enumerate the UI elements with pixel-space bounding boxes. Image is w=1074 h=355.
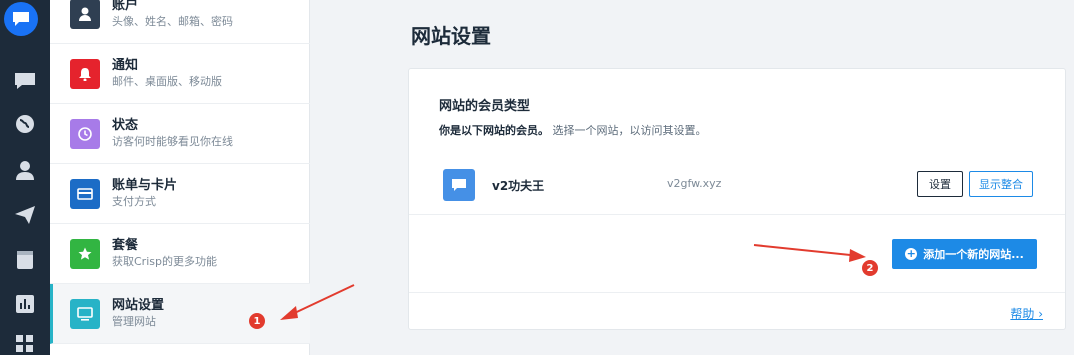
section-description: 你是以下网站的会员。 选择一个网站，以访问其设置。 bbox=[439, 122, 707, 138]
menu-item-title: 状态 bbox=[112, 117, 139, 133]
monitor-icon bbox=[70, 298, 100, 329]
menu-item-notifications[interactable]: 通知 邮件、桌面版、移动版 bbox=[50, 44, 310, 104]
menu-item-billing[interactable]: 账单与卡片 支付方式 bbox=[50, 164, 310, 224]
card-icon bbox=[70, 178, 100, 209]
menu-item-status[interactable]: 状态 访客何时能够看见你在线 bbox=[50, 104, 310, 164]
website-name: v2功夫王 bbox=[492, 179, 545, 193]
crisp-logo-icon[interactable] bbox=[4, 2, 38, 36]
add-website-row: + 添加一个新的网站... bbox=[409, 215, 1065, 293]
clock-icon bbox=[70, 118, 100, 149]
website-settings-button[interactable]: 设置 bbox=[917, 171, 963, 197]
star-icon bbox=[70, 238, 100, 269]
add-website-label: 添加一个新的网站... bbox=[923, 248, 1024, 261]
menu-item-title: 网站设置 bbox=[112, 297, 165, 313]
menu-item-subtitle: 邮件、桌面版、移动版 bbox=[112, 74, 222, 88]
helpdesk-book-icon[interactable] bbox=[0, 247, 50, 273]
plugins-grid-icon[interactable] bbox=[0, 333, 50, 355]
contacts-icon[interactable] bbox=[0, 157, 50, 183]
website-row: v2功夫王 v2gfw.xyz 设置 显示整合 bbox=[409, 157, 1065, 215]
section-description-rest: 选择一个网站，以访问其设置。 bbox=[549, 124, 707, 137]
show-integration-button[interactable]: 显示整合 bbox=[969, 171, 1033, 197]
annotation-badge-1: 1 bbox=[249, 313, 265, 329]
websites-card: 网站的会员类型 你是以下网站的会员。 选择一个网站，以访问其设置。 v2功夫王 … bbox=[408, 68, 1066, 330]
menu-item-subtitle: 访客何时能够看见你在线 bbox=[112, 134, 233, 148]
annotation-badge-2: 2 bbox=[862, 260, 878, 276]
page-title: 网站设置 bbox=[411, 24, 491, 48]
add-website-button[interactable]: + 添加一个新的网站... bbox=[892, 239, 1037, 269]
section-title: 网站的会员类型 bbox=[439, 99, 531, 114]
campaigns-send-icon[interactable] bbox=[0, 202, 50, 228]
menu-item-subtitle: 头像、姓名、邮箱、密码 bbox=[112, 14, 233, 28]
website-chat-icon bbox=[443, 169, 475, 201]
app-rail bbox=[0, 0, 50, 355]
section-description-bold: 你是以下网站的会员。 bbox=[439, 124, 549, 137]
menu-item-plans[interactable]: 套餐 获取Crisp的更多功能 bbox=[50, 224, 310, 284]
menu-item-title: 套餐 bbox=[112, 237, 139, 253]
user-icon bbox=[70, 0, 100, 29]
menu-item-subtitle: 支付方式 bbox=[112, 194, 156, 208]
analytics-icon[interactable] bbox=[0, 291, 50, 317]
plus-icon: + bbox=[905, 247, 918, 260]
menu-item-title: 通知 bbox=[112, 57, 139, 73]
settings-menu: 账户 头像、姓名、邮箱、密码 通知 邮件、桌面版、移动版 状态 访客何时能够看见… bbox=[50, 0, 310, 355]
bell-icon bbox=[70, 58, 100, 89]
menu-item-account[interactable]: 账户 头像、姓名、邮箱、密码 bbox=[50, 0, 310, 44]
menu-item-subtitle: 获取Crisp的更多功能 bbox=[112, 254, 217, 268]
help-link[interactable]: 帮助 › bbox=[1010, 305, 1043, 322]
menu-item-website-settings[interactable]: 网站设置 管理网站 bbox=[50, 284, 310, 344]
globe-icon[interactable] bbox=[0, 111, 50, 137]
menu-item-title: 账单与卡片 bbox=[112, 177, 178, 193]
menu-item-subtitle: 管理网站 bbox=[112, 314, 156, 328]
menu-item-title: 账户 bbox=[112, 0, 139, 13]
chat-icon[interactable] bbox=[0, 68, 50, 94]
website-domain: v2gfw.xyz bbox=[667, 177, 722, 190]
